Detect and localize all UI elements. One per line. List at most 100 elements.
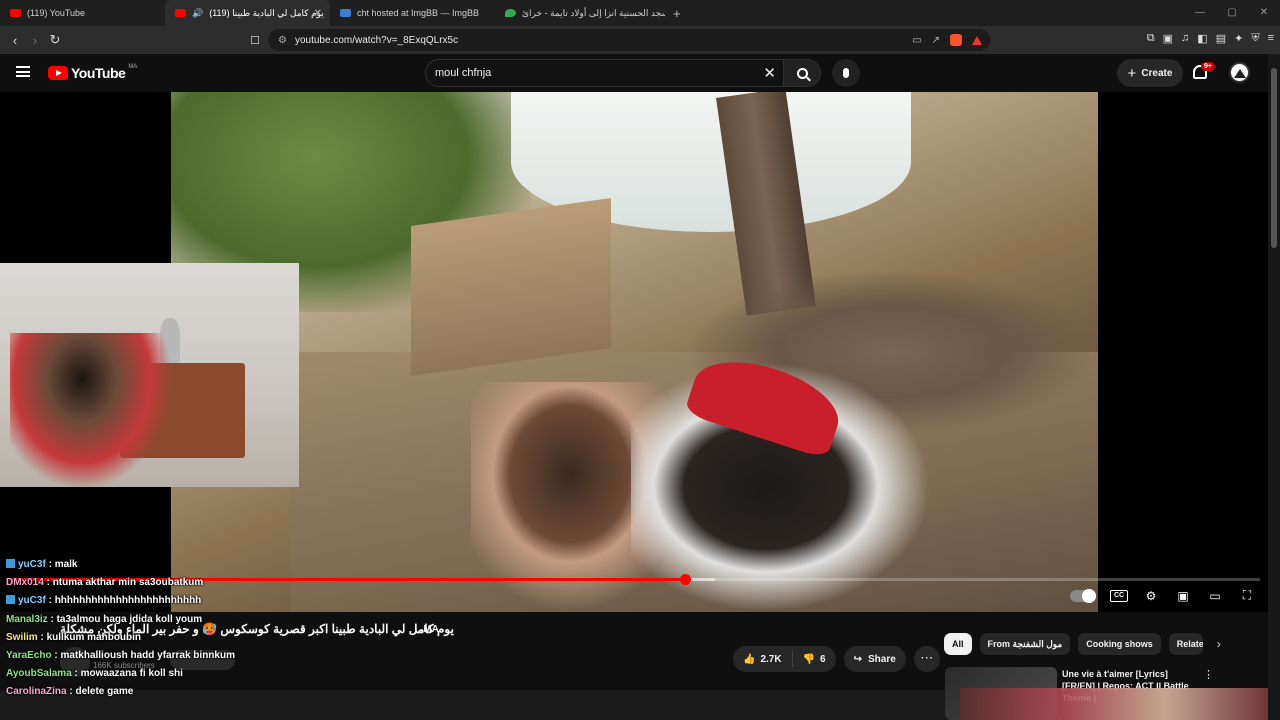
browser-tab-youtube-home[interactable]: (119) YouTube: [0, 0, 165, 26]
forward-button[interactable]: ›: [25, 33, 45, 48]
chat-username: DMx014: [6, 577, 44, 589]
chat-username: yuC3f: [18, 559, 46, 570]
youtube-favicon-icon: [10, 9, 21, 17]
brave-shields-icon[interactable]: [950, 34, 962, 46]
captions-button[interactable]: CC: [1110, 589, 1128, 602]
hamburger-menu-icon[interactable]: [16, 66, 30, 77]
youtube-logo[interactable]: YouTube MA: [48, 64, 137, 81]
chip-all[interactable]: All: [944, 633, 972, 655]
scrubber-handle[interactable]: [680, 574, 691, 585]
share-arrow-icon: ↪: [853, 653, 862, 665]
wallet-icon[interactable]: ▤: [1216, 32, 1226, 45]
reload-button[interactable]: ↻: [45, 32, 65, 48]
maximize-button[interactable]: ▢: [1216, 0, 1248, 26]
account-avatar[interactable]: [1229, 62, 1250, 83]
chat-text: matkhallioush hadd yfarrak binnkum: [60, 649, 235, 661]
scrollbar-thumb[interactable]: [1271, 68, 1277, 248]
video-player[interactable]: CC ⚙ ▣ ▭ ⛶: [0, 92, 1268, 612]
chat-message: AyoubSalama : mowaazana fi koll shi: [0, 665, 440, 683]
speaker-icon[interactable]: 🔊: [192, 8, 203, 19]
clear-search-icon[interactable]: ✕: [763, 64, 776, 82]
settings-gear-icon[interactable]: ⚙: [1142, 589, 1160, 603]
youtube-favicon-icon: [175, 9, 186, 17]
chat-text: mowaazana fi koll shi: [80, 668, 183, 680]
search-input[interactable]: moul chfnja ✕: [425, 59, 785, 87]
thumbs-down-icon: 👎: [802, 653, 816, 665]
browser-tab-maps[interactable]: مسجد الحسنية انزا إلى أولاد تايمة - خرائ: [495, 0, 665, 26]
youtube-play-icon: [48, 66, 68, 80]
share-label: Share: [867, 653, 896, 665]
chat-username: CarolinaZina: [6, 686, 67, 698]
browser-menu-icon[interactable]: ≡: [1268, 32, 1274, 45]
browser-tab-imgbb[interactable]: cht hosted at ImgBB — ImgBB: [330, 0, 495, 26]
autoplay-toggle[interactable]: [1070, 588, 1096, 603]
recommendation-thumbnail-preview[interactable]: [960, 688, 1268, 720]
search-icon: [796, 67, 808, 79]
tab-label: مسجد الحسنية انزا إلى أولاد تايمة - خرائ: [522, 7, 665, 18]
media-icon[interactable]: ♫: [1181, 32, 1189, 45]
chat-separator: :: [43, 577, 53, 589]
chat-username: YaraEcho: [6, 649, 52, 661]
like-button[interactable]: 👍 2.7K: [733, 651, 793, 667]
logo-wordmark: YouTube: [71, 65, 126, 81]
chevron-right-icon[interactable]: ›: [1217, 637, 1221, 651]
address-bar[interactable]: ⚙ youtube.com/watch?v=_8ExqQLrx5c ▭ ↗: [268, 29, 990, 51]
search-button[interactable]: [783, 59, 821, 87]
brave-rewards-icon[interactable]: [972, 35, 982, 45]
dislike-button[interactable]: 👎 6: [793, 654, 836, 665]
chat-badge-icon: [6, 595, 15, 605]
window-controls: — ▢ ✕: [1184, 0, 1280, 26]
tab-label: (119) يوم كامل لي البادية طبينا: [209, 7, 324, 18]
chat-text: ntuma akthar min sa3oubatkum: [52, 577, 204, 589]
close-window-button[interactable]: ✕: [1248, 0, 1280, 26]
page-scrollbar[interactable]: [1268, 54, 1280, 720]
chip-cooking-shows[interactable]: Cooking shows: [1078, 633, 1161, 655]
recommendation-filter-chips: All From مول الشفنجة Cooking shows Relat…: [944, 633, 1221, 655]
vpn-shield-icon[interactable]: ⛨: [1251, 32, 1259, 45]
video-frame[interactable]: [171, 92, 1098, 612]
chat-separator: :: [71, 668, 81, 680]
notification-count-badge: 9+: [1201, 62, 1215, 71]
like-dislike-group: 👍 2.7K 👎 6: [733, 646, 836, 672]
chip-related[interactable]: Relate: [1168, 633, 1203, 655]
create-button[interactable]: + Create: [1117, 59, 1183, 87]
chat-text: hhhhhhhhhhhhhhhhhhhhhhhh: [54, 595, 202, 607]
chat-badge-icon: [6, 559, 15, 568]
sidebar-icon[interactable]: ◧: [1197, 32, 1207, 45]
imgbb-favicon-icon: [340, 9, 351, 17]
streamer-webcam-overlay: [0, 263, 299, 487]
leo-ai-icon[interactable]: ✦: [1234, 32, 1243, 45]
chat-text: delete game: [75, 686, 134, 698]
voice-search-button[interactable]: [832, 59, 860, 87]
share-page-icon[interactable]: ↗: [932, 35, 940, 46]
more-actions-button[interactable]: ⋯: [913, 646, 940, 672]
back-button[interactable]: ‹: [5, 33, 25, 48]
new-tab-button[interactable]: +: [665, 6, 689, 21]
miniplayer-icon[interactable]: ▣: [1174, 589, 1192, 603]
chat-text: kullkum mahboubin: [46, 631, 142, 643]
tab-label: (119) YouTube: [27, 8, 86, 18]
chip-from-channel[interactable]: From مول الشفنجة: [979, 633, 1071, 655]
chat-text: ta3almou haga jdida koll youm: [56, 613, 203, 625]
site-info-icon[interactable]: ⚙: [278, 35, 287, 46]
chat-message: Swilim : kullkum mahboubin: [0, 629, 440, 647]
webcam-streamer: [10, 333, 170, 487]
chat-message: yuC3f : hhhhhhhhhhhhhhhhhhhhhhhh: [0, 592, 440, 610]
browser-tab-bar: (119) YouTube 🔊 (119) يوم كامل لي البادي…: [0, 0, 1280, 26]
fullscreen-icon[interactable]: ⛶: [1238, 588, 1256, 603]
browser-tab-video[interactable]: 🔊 (119) يوم كامل لي البادية طبينا ✕: [165, 0, 330, 26]
video-stone-wall: [411, 197, 611, 377]
screen-icon[interactable]: ▭: [912, 35, 921, 46]
minimize-button[interactable]: —: [1184, 0, 1216, 26]
chat-message: DMx014 : ntuma akthar min sa3oubatkum: [0, 574, 440, 592]
theater-mode-icon[interactable]: ▭: [1206, 589, 1224, 603]
chat-username: Swilim: [6, 631, 38, 643]
tab-search-icon[interactable]: ▣: [1163, 32, 1173, 45]
bookmark-icon[interactable]: ☐: [250, 34, 260, 47]
chat-username: yuC3f: [18, 595, 46, 607]
chat-message: yuC3f : malk: [0, 556, 440, 574]
extensions-icon[interactable]: ⧉: [1147, 32, 1155, 45]
close-tab-icon[interactable]: ✕: [314, 8, 322, 19]
share-button[interactable]: ↪ Share: [843, 646, 906, 672]
recommendation-menu-icon[interactable]: ⋮: [1203, 668, 1214, 681]
